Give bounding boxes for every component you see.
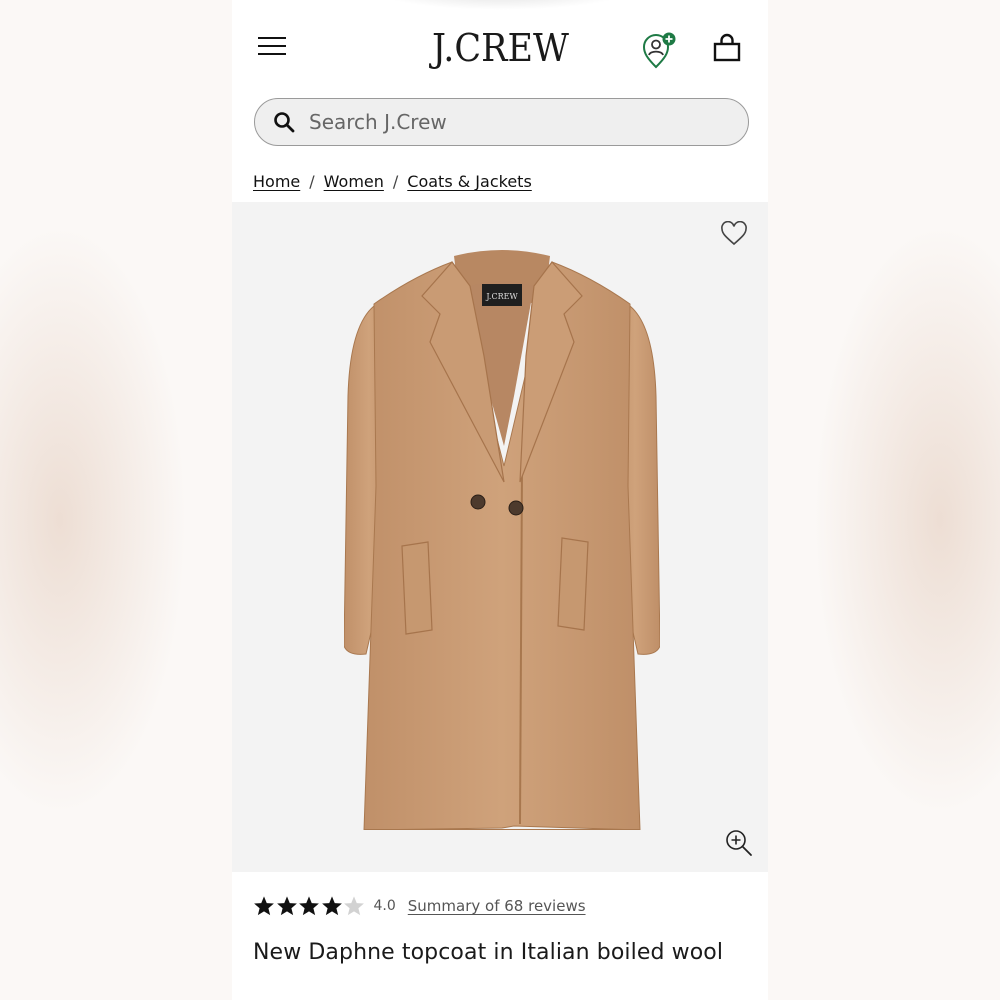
breadcrumb-coats-jackets[interactable]: Coats & Jackets — [407, 172, 532, 191]
star-empty-icon — [344, 896, 364, 916]
heart-icon[interactable] — [720, 220, 748, 247]
breadcrumb-women[interactable]: Women — [324, 172, 384, 191]
breadcrumb-home[interactable]: Home — [253, 172, 300, 191]
zoom-in-icon[interactable] — [724, 828, 754, 858]
rating-value: 4.0 — [373, 898, 396, 914]
star-filled-icon — [254, 896, 274, 916]
site-header: J.CREW — [232, 0, 768, 92]
breadcrumb-separator: / — [309, 172, 315, 191]
star-filled-icon — [321, 896, 342, 916]
coat-image[interactable]: J.CREW — [344, 246, 660, 830]
product-title: New Daphne topcoat in Italian boiled woo… — [253, 940, 724, 965]
account-location-icon[interactable] — [640, 32, 680, 70]
breadcrumb-separator: / — [392, 172, 399, 191]
mobile-page: J.CREW Home / Women / — [232, 0, 768, 1000]
star-rating — [253, 895, 366, 917]
breadcrumb: Home / Women / Coats & Jackets — [253, 172, 532, 191]
search-bar[interactable] — [254, 98, 749, 146]
search-icon[interactable] — [273, 111, 295, 133]
star-filled-icon — [299, 896, 319, 916]
reviews-link[interactable]: Summary of 68 reviews — [408, 897, 586, 915]
brand-logo[interactable]: J.CREW — [432, 26, 569, 70]
rating-row: 4.0 Summary of 68 reviews — [253, 893, 586, 919]
shopping-bag-icon[interactable] — [710, 32, 744, 66]
hamburger-menu-icon[interactable] — [256, 35, 288, 59]
brand-logo-container: J.CREW — [232, 26, 768, 70]
star-filled-icon — [276, 896, 297, 916]
product-image-area[interactable]: J.CREW — [232, 202, 768, 872]
search-input[interactable] — [309, 110, 748, 134]
svg-text:J.CREW: J.CREW — [485, 292, 518, 301]
